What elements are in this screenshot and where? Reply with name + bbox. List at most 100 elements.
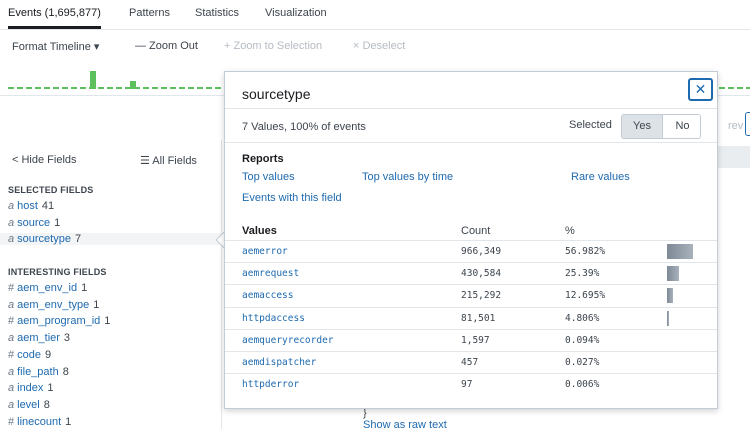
events-with-field-link[interactable]: Events with this field bbox=[242, 192, 342, 204]
reports-title: Reports bbox=[242, 153, 284, 165]
timeline-bar[interactable] bbox=[130, 81, 136, 89]
field-host[interactable]: a host 41 bbox=[8, 200, 54, 212]
field-name: linecount bbox=[17, 415, 62, 428]
value-link[interactable]: aemdispatcher bbox=[242, 357, 316, 368]
field-value-count: 7 bbox=[74, 233, 82, 246]
count-column-header: Count bbox=[461, 225, 491, 237]
deselect-button[interactable]: × Deselect bbox=[353, 40, 405, 52]
value-count: 97 bbox=[461, 379, 473, 391]
tab-events[interactable]: Events (1,695,877) bbox=[8, 7, 101, 29]
value-link[interactable]: httpderror bbox=[242, 379, 299, 390]
field-type-icon: a bbox=[8, 200, 15, 212]
field-type-icon: a bbox=[8, 382, 15, 395]
selected-fields-title: SELECTED FIELDS bbox=[8, 185, 94, 195]
results-tabs: Events (1,695,877) Patterns Statistics V… bbox=[0, 0, 750, 30]
field-name: aem_env_type bbox=[17, 298, 90, 311]
field-type-icon: a bbox=[8, 233, 15, 246]
field-value-count: 1 bbox=[65, 415, 72, 428]
field-name: source bbox=[17, 216, 51, 229]
field-name: aem_env_id bbox=[17, 282, 78, 294]
top-values-by-time-link[interactable]: Top values by time bbox=[362, 171, 453, 183]
results-header-fragment bbox=[718, 146, 750, 168]
value-link[interactable]: aemerror bbox=[242, 246, 288, 257]
value-percent: 4.806% bbox=[565, 312, 600, 324]
zoom-to-selection-button[interactable]: + Zoom to Selection bbox=[224, 40, 322, 52]
percent-column-header: % bbox=[565, 225, 575, 237]
close-icon[interactable]: ✕ bbox=[688, 78, 713, 101]
value-percent: 0.027% bbox=[565, 357, 600, 368]
field-level[interactable]: a level 8 bbox=[8, 399, 50, 411]
show-as-raw-text-link[interactable]: Show as raw text bbox=[363, 419, 447, 429]
selected-label: Selected bbox=[569, 119, 612, 131]
field-file-path[interactable]: a file_path 8 bbox=[8, 366, 69, 378]
timeline-bar[interactable] bbox=[90, 71, 96, 89]
field-value-count: 8 bbox=[62, 365, 69, 378]
field-aem-tier[interactable]: a aem_tier 3 bbox=[8, 332, 70, 344]
value-percent: 0.094% bbox=[565, 334, 600, 346]
field-sourcetype[interactable]: a sourcetype 7 bbox=[0, 233, 221, 246]
prev-page-fragment[interactable]: rev bbox=[728, 120, 743, 132]
value-row: aemqueryrecorder 1,597 0.094% bbox=[225, 328, 717, 351]
value-count: 966,349 bbox=[461, 246, 502, 257]
value-row: aemerror 966,349 56.982% bbox=[225, 240, 717, 262]
value-link[interactable]: httpdaccess bbox=[242, 313, 305, 324]
top-values-link[interactable]: Top values bbox=[242, 171, 295, 183]
fields-sidebar: < Hide Fields ☰ All Fields SELECTED FIEL… bbox=[0, 140, 222, 429]
field-name: aem_program_id bbox=[17, 315, 101, 328]
field-linecount[interactable]: # linecount 1 bbox=[8, 416, 71, 428]
field-value-count: 1 bbox=[47, 382, 54, 395]
value-count: 81,501 bbox=[461, 312, 496, 324]
field-name: file_path bbox=[17, 365, 59, 378]
value-link[interactable]: aemaccess bbox=[242, 290, 293, 301]
hide-fields-button[interactable]: < Hide Fields bbox=[12, 154, 77, 166]
popup-divider bbox=[225, 108, 717, 109]
field-type-icon: # bbox=[8, 315, 15, 328]
field-name: code bbox=[17, 348, 41, 361]
tab-visualization[interactable]: Visualization bbox=[265, 7, 327, 19]
value-row: aemdispatcher 457 0.027% bbox=[225, 351, 717, 373]
field-name: index bbox=[17, 382, 44, 395]
rare-values-link[interactable]: Rare values bbox=[571, 171, 630, 183]
field-value-count: 1 bbox=[93, 298, 100, 311]
values-summary: 7 Values, 100% of events bbox=[242, 121, 366, 133]
field-name: level bbox=[17, 398, 40, 411]
value-count: 1,597 bbox=[461, 334, 490, 346]
value-percent: 56.982% bbox=[565, 246, 606, 257]
field-summary-popup: sourcetype ✕ 7 Values, 100% of events Se… bbox=[224, 71, 718, 409]
selected-no-button[interactable]: No bbox=[662, 115, 700, 138]
value-link[interactable]: aemqueryrecorder bbox=[242, 335, 334, 346]
field-code[interactable]: # code 9 bbox=[8, 349, 51, 361]
field-value-count: 8 bbox=[43, 398, 50, 411]
field-source[interactable]: a source 1 bbox=[8, 217, 60, 229]
popup-title: sourcetype bbox=[242, 86, 311, 102]
popup-divider bbox=[225, 142, 717, 143]
field-type-icon: a bbox=[8, 332, 15, 345]
field-aem-env-id[interactable]: # aem_env_id 1 bbox=[8, 282, 87, 294]
all-fields-button[interactable]: ☰ All Fields bbox=[140, 154, 197, 167]
field-value-count: 9 bbox=[44, 348, 52, 361]
value-percent: 25.39% bbox=[565, 268, 600, 280]
next-page-fragment[interactable] bbox=[745, 112, 750, 136]
field-index[interactable]: a index 1 bbox=[8, 382, 54, 394]
field-value-count: 1 bbox=[81, 282, 88, 294]
field-value-count: 41 bbox=[41, 200, 55, 212]
selected-yes-button[interactable]: Yes bbox=[622, 115, 662, 138]
field-aem-program-id[interactable]: # aem_program_id 1 bbox=[8, 315, 110, 327]
percent-bar bbox=[667, 266, 679, 282]
value-percent: 0.006% bbox=[565, 379, 600, 391]
format-timeline-button[interactable]: Format Timeline ▾ bbox=[12, 40, 99, 53]
tab-statistics[interactable]: Statistics bbox=[195, 7, 239, 19]
field-aem-env-type[interactable]: a aem_env_type 1 bbox=[8, 299, 99, 311]
percent-bar bbox=[667, 310, 670, 326]
value-row: httpderror 97 0.006% bbox=[225, 373, 717, 395]
value-count: 457 bbox=[461, 357, 479, 368]
field-type-icon: # bbox=[8, 282, 15, 294]
value-link[interactable]: aemrequest bbox=[242, 268, 299, 279]
value-row: aemrequest 430,584 25.39% bbox=[225, 262, 717, 284]
field-name: aem_tier bbox=[17, 332, 60, 345]
tab-patterns[interactable]: Patterns bbox=[129, 7, 170, 19]
field-type-icon: a bbox=[8, 298, 15, 311]
percent-bar bbox=[667, 288, 673, 304]
field-type-icon: a bbox=[8, 216, 15, 229]
zoom-out-button[interactable]: — Zoom Out bbox=[135, 40, 198, 52]
